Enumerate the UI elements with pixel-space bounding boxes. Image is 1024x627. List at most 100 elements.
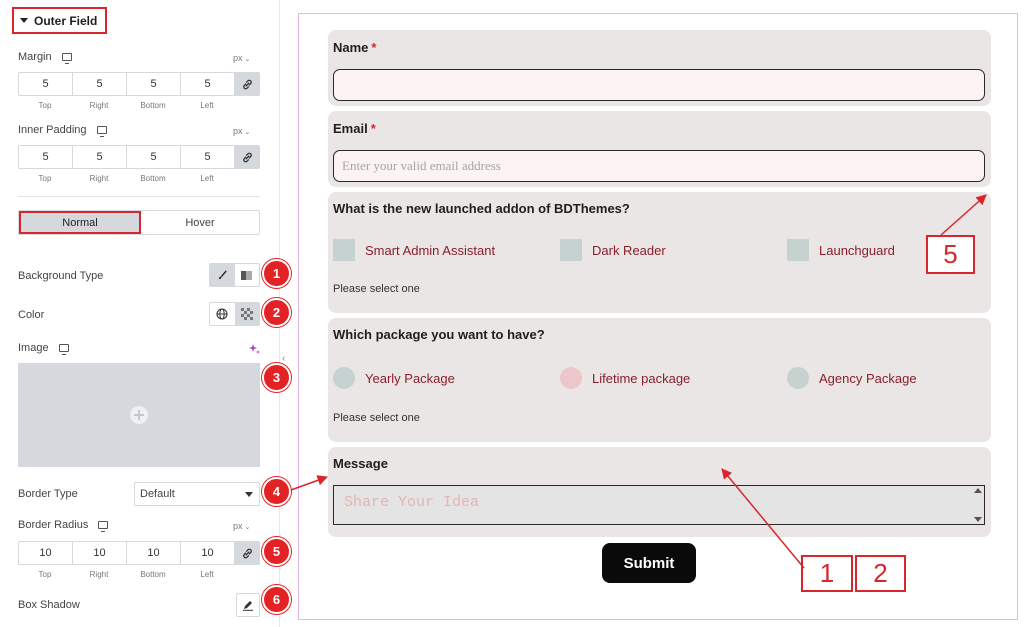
checkbox-option[interactable]: Dark Reader (560, 239, 666, 261)
padding-inputs: 5 5 5 5 (18, 145, 260, 169)
radius-unit-select[interactable]: px ⌄ (233, 521, 250, 531)
checkerboard-icon (240, 308, 253, 320)
pencil-icon (243, 601, 253, 611)
inner-padding-label: Inner Padding (18, 124, 87, 136)
message-textarea[interactable]: Share Your Idea (333, 485, 985, 525)
caret-down-icon (20, 18, 28, 23)
scroll-down-icon[interactable] (973, 517, 982, 522)
radius-right-input[interactable]: 10 (73, 542, 127, 564)
radio-button[interactable] (560, 367, 582, 389)
radio-question: Which package you want to have? (333, 327, 545, 342)
name-input[interactable] (333, 69, 985, 101)
chevron-down-icon (245, 492, 253, 497)
radio-option[interactable]: Yearly Package (333, 367, 455, 389)
color-picker-button[interactable] (234, 303, 259, 325)
margin-left-input[interactable]: 5 (181, 73, 235, 95)
step-badge-1: 1 (262, 259, 291, 288)
background-type-toggle (209, 263, 260, 287)
step-badge-5: 5 (262, 537, 291, 566)
margin-inputs: 5 5 5 5 (18, 72, 260, 96)
link-icon (242, 548, 252, 558)
outer-field-section-toggle[interactable]: Outer Field (12, 7, 107, 34)
divider (18, 196, 260, 197)
margin-unit-select[interactable]: px ⌄ (233, 53, 250, 63)
email-label: Email * (333, 121, 376, 136)
scroll-up-icon[interactable] (973, 488, 982, 493)
border-type-select[interactable]: Default (134, 482, 260, 506)
radio-option[interactable]: Agency Package (787, 367, 917, 389)
link-icon (242, 152, 252, 162)
step-badge-4: 4 (262, 477, 291, 506)
global-color-button[interactable] (210, 303, 235, 325)
classic-background-button[interactable] (210, 264, 235, 286)
desktop-icon[interactable] (61, 53, 72, 64)
gradient-icon (241, 270, 253, 280)
gradient-background-button[interactable] (235, 264, 260, 286)
padding-top-input[interactable]: 5 (19, 146, 73, 168)
image-label-row: Image (18, 342, 69, 355)
checkbox[interactable] (333, 239, 355, 261)
radius-top-input[interactable]: 10 (19, 542, 73, 564)
checkbox[interactable] (787, 239, 809, 261)
padding-unit-select[interactable]: px ⌄ (233, 126, 250, 136)
border-radius-label-row: Border Radius (18, 519, 109, 532)
tab-hover[interactable]: Hover (141, 211, 259, 234)
margin-top-input[interactable]: 5 (19, 73, 73, 95)
margin-captions: Top Right Bottom Left (38, 101, 214, 110)
checkbox-field: What is the new launched addon of BDThem… (328, 192, 991, 313)
image-label: Image (18, 342, 49, 354)
radius-bottom-input[interactable]: 10 (127, 542, 181, 564)
margin-label: Margin (18, 51, 52, 63)
padding-right-input[interactable]: 5 (73, 146, 127, 168)
panel-collapse-icon[interactable]: ‹ (282, 353, 285, 364)
desktop-icon[interactable] (98, 521, 109, 532)
callout-5: 5 (926, 235, 975, 274)
link-values-button[interactable] (235, 73, 259, 95)
padding-captions: Top Right Bottom Left (38, 174, 214, 183)
message-field: Message Share Your Idea (328, 447, 991, 537)
message-label: Message (333, 456, 388, 471)
checkbox[interactable] (560, 239, 582, 261)
link-values-button[interactable] (235, 542, 259, 564)
box-shadow-label: Box Shadow (18, 599, 80, 611)
submit-button[interactable]: Submit (602, 543, 696, 583)
name-label: Name * (333, 40, 377, 55)
margin-bottom-input[interactable]: 5 (127, 73, 181, 95)
desktop-icon[interactable] (58, 344, 69, 355)
inner-padding-label-row: Inner Padding (18, 124, 107, 137)
globe-icon (216, 308, 228, 320)
ai-sparkle-icon[interactable] (248, 343, 260, 355)
radio-hint: Please select one (333, 412, 420, 424)
email-field: Email * Enter your valid email address (328, 111, 991, 187)
step-badge-6: 6 (262, 585, 291, 614)
radius-left-input[interactable]: 10 (181, 542, 235, 564)
box-shadow-edit-button[interactable] (236, 593, 260, 617)
state-tabs: Normal Hover (18, 210, 260, 235)
email-input[interactable]: Enter your valid email address (333, 150, 985, 182)
name-field: Name * (328, 30, 991, 106)
image-chooser[interactable] (18, 363, 260, 467)
checkbox-option[interactable]: Smart Admin Assistant (333, 239, 495, 261)
tab-normal[interactable]: Normal (19, 211, 141, 234)
checkbox-option[interactable]: Launchguard (787, 239, 895, 261)
color-label: Color (18, 309, 45, 321)
plus-icon (130, 406, 148, 424)
radius-inputs: 10 10 10 10 (18, 541, 260, 565)
textarea-scrollbar[interactable] (971, 486, 984, 524)
radio-option[interactable]: Lifetime package (560, 367, 690, 389)
link-values-button[interactable] (235, 146, 259, 168)
color-controls (209, 302, 260, 326)
margin-right-input[interactable]: 5 (73, 73, 127, 95)
brush-icon (218, 269, 227, 279)
desktop-icon[interactable] (96, 126, 107, 137)
radio-button[interactable] (333, 367, 355, 389)
margin-label-row: Margin (18, 51, 72, 64)
radius-captions: Top Right Bottom Left (38, 570, 214, 579)
radio-button[interactable] (787, 367, 809, 389)
style-panel: Outer Field Margin px ⌄ 5 5 5 5 Top Right B… (0, 0, 291, 627)
padding-bottom-input[interactable]: 5 (127, 146, 181, 168)
callout-2: 2 (855, 555, 906, 592)
link-icon (242, 79, 252, 89)
callout-1: 1 (801, 555, 853, 592)
padding-left-input[interactable]: 5 (181, 146, 235, 168)
